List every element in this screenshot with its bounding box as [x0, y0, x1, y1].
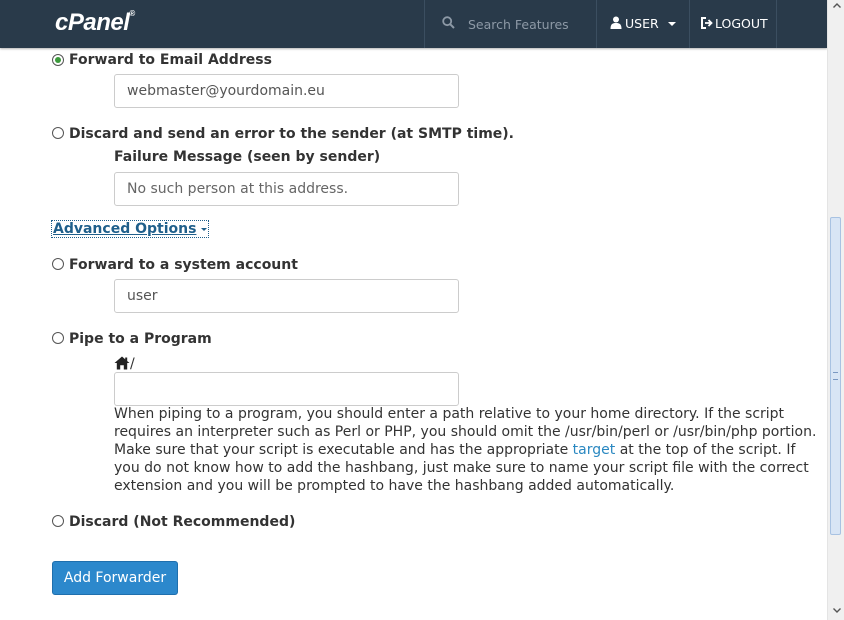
scroll-up-icon[interactable] — [832, 1, 842, 11]
navbar-divider — [776, 0, 777, 48]
failure-message-field[interactable] — [114, 172, 459, 206]
logout-button[interactable]: LOGOUT — [690, 0, 776, 48]
grip-icon — [833, 372, 838, 380]
forward-email-label: Forward to Email Address — [69, 52, 272, 68]
add-forwarder-button[interactable]: Add Forwarder — [52, 561, 178, 595]
forward-email-field[interactable] — [114, 74, 459, 108]
home-directory-prefix: / — [114, 356, 135, 372]
logout-icon — [701, 17, 713, 29]
target-link[interactable]: target — [573, 442, 616, 458]
pipe-program-field[interactable] — [114, 372, 459, 406]
advanced-options-toggle[interactable]: Advanced Options — [50, 220, 210, 238]
radio-system-account[interactable] — [52, 258, 64, 270]
user-menu[interactable]: USER — [598, 0, 688, 48]
scrollbar-thumb[interactable] — [830, 217, 841, 535]
radio-forward-email[interactable] — [52, 54, 64, 66]
user-icon — [610, 16, 622, 29]
pipe-program-label: Pipe to a Program — [69, 331, 212, 347]
radio-discard-error[interactable] — [52, 127, 64, 139]
system-account-field[interactable] — [114, 279, 459, 313]
pipe-help-text: When piping to a program, you should ent… — [114, 406, 817, 494]
cpanel-logo[interactable]: cPanel® — [55, 9, 135, 37]
chevron-down-icon — [201, 227, 208, 231]
search-input[interactable] — [468, 14, 588, 34]
home-path-slash: / — [130, 356, 135, 372]
search-features[interactable] — [425, 0, 596, 48]
scroll-down-icon[interactable] — [832, 605, 842, 615]
radio-selected-dot — [55, 57, 61, 63]
chevron-down-icon — [668, 22, 676, 26]
logout-label: LOGOUT — [715, 16, 768, 31]
system-account-label: Forward to a system account — [69, 257, 298, 273]
top-navbar: cPanel® USER LOGOUT — [0, 0, 827, 48]
user-label: USER — [625, 16, 659, 31]
radio-pipe-program[interactable] — [52, 332, 64, 344]
vertical-scrollbar[interactable] — [827, 0, 844, 620]
discard-error-label: Discard and send an error to the sender … — [69, 126, 514, 142]
home-icon — [114, 356, 130, 370]
search-icon — [442, 16, 455, 29]
failure-message-label: Failure Message (seen by sender) — [114, 149, 381, 165]
navbar-divider — [596, 0, 597, 48]
radio-discard[interactable] — [52, 515, 64, 527]
discard-label: Discard (Not Recommended) — [69, 514, 296, 530]
